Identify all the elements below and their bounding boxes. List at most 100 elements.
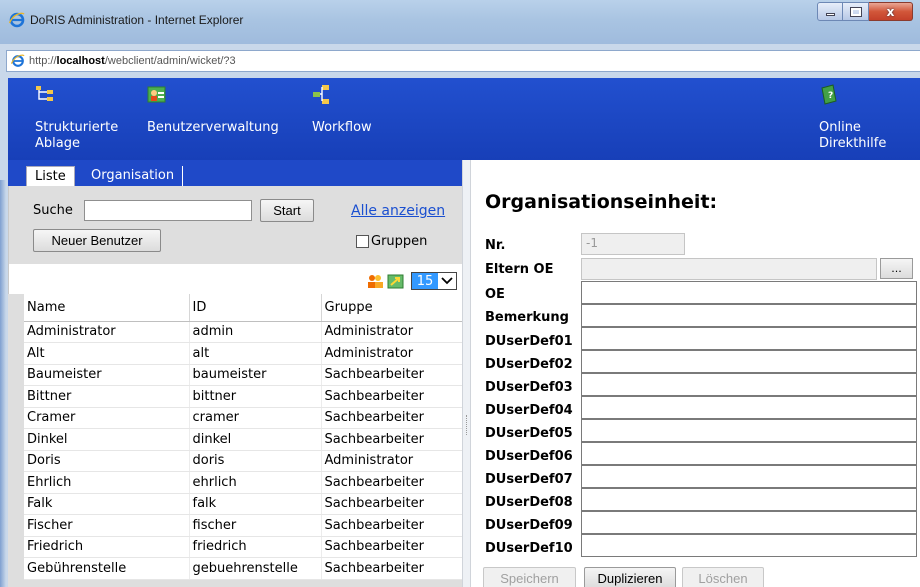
duserdef10-field[interactable] (581, 534, 917, 557)
tab-liste[interactable]: Liste (26, 166, 75, 186)
cell-gruppe: Administrator (321, 450, 463, 472)
app-header: Strukturierte Ablage Benutzerverwaltung … (8, 78, 920, 160)
label-duserdef05: DUserDef05 (485, 426, 573, 441)
table-row[interactable]: Bittner bittner Sachbearbeiter (24, 385, 463, 408)
window-controls: x (817, 2, 913, 22)
cell-gruppe: Administrator (321, 321, 463, 343)
label-duserdef01: DUserDef01 (485, 334, 573, 349)
table-row[interactable]: Administrator admin Administrator (24, 321, 463, 343)
nav-item-benutzerverwaltung[interactable]: Benutzerverwaltung (147, 84, 279, 136)
table-row[interactable]: Doris doris Administrator (24, 450, 463, 472)
table-row[interactable]: Cramer cramer Sachbearbeiter (24, 407, 463, 429)
splitter-grip-icon (466, 415, 468, 435)
page-size-select[interactable]: 15 (411, 272, 457, 290)
label-duserdef06: DUserDef06 (485, 449, 573, 464)
nav-item-workflow[interactable]: Workflow (312, 84, 372, 136)
search-label: Suche (33, 203, 73, 218)
eltern-oe-browse-button[interactable]: ... (880, 258, 913, 279)
nav-label: Strukturierte Ablage (35, 120, 119, 151)
minimize-icon (818, 3, 842, 20)
cell-name: Friedrich (24, 536, 190, 558)
url-host: localhost (56, 55, 105, 67)
label-duserdef10: DUserDef10 (485, 541, 573, 556)
duserdef09-field[interactable] (581, 511, 917, 534)
minimize-button[interactable] (817, 2, 843, 21)
panel-tabs: Liste Organisation (8, 160, 462, 186)
page-icon (11, 54, 25, 67)
table-row[interactable]: Ehrlich ehrlich Sachbearbeiter (24, 471, 463, 494)
table-row[interactable]: Dinkel dinkel Sachbearbeiter (24, 428, 463, 451)
nav-item-online-direkthilfe[interactable]: ? Online Direkthilfe (819, 84, 899, 152)
groups-checkbox[interactable] (356, 235, 369, 248)
duserdef01-field[interactable] (581, 327, 917, 350)
structure-tree-icon (36, 86, 53, 101)
tab-organisation[interactable]: Organisation (83, 166, 184, 186)
duplicate-button[interactable]: Duplizieren (584, 567, 676, 587)
label-nr: Nr. (485, 238, 506, 253)
table-row[interactable]: Fischer fischer Sachbearbeiter (24, 514, 463, 537)
table-row[interactable]: Gebührenstelle gebuehrenstelle Sachbearbei… (24, 557, 463, 580)
cell-name: Falk (24, 493, 190, 515)
cell-id: fischer (189, 514, 322, 537)
nav-label: Benutzerverwaltung (147, 120, 279, 135)
duserdef02-field[interactable] (581, 350, 917, 373)
panel-splitter[interactable] (462, 160, 471, 587)
window-title: DoRIS Administration - Internet Explorer (30, 13, 244, 27)
nav-item-strukturierte-ablage[interactable]: Strukturierte Ablage (35, 84, 135, 152)
url-path: /webclient/admin/wicket/?3 (104, 55, 236, 67)
cell-name: Baumeister (24, 364, 190, 386)
duserdef04-field[interactable] (581, 396, 917, 419)
form-title: Organisationseinheit: (485, 191, 718, 213)
cell-gruppe: Sachbearbeiter (321, 514, 463, 537)
duserdef07-field[interactable] (581, 465, 917, 488)
cell-gruppe: Sachbearbeiter (321, 557, 463, 580)
delete-button[interactable]: Löschen (682, 567, 764, 587)
table-row[interactable]: Falk falk Sachbearbeiter (24, 493, 463, 515)
export-icon[interactable] (387, 273, 405, 289)
duserdef08-field[interactable] (581, 488, 917, 511)
cell-id: doris (189, 450, 322, 472)
cell-name: Fischer (24, 514, 190, 537)
table-row[interactable]: Alt alt Administrator (24, 342, 463, 365)
search-input[interactable] (84, 200, 252, 221)
cell-id: admin (189, 321, 322, 343)
users-group-icon[interactable] (366, 273, 384, 289)
duserdef03-field[interactable] (581, 373, 917, 396)
show-all-link[interactable]: Alle anzeigen (351, 203, 445, 219)
column-header-name[interactable]: Name (24, 294, 190, 322)
workflow-icon (313, 85, 329, 104)
label-duserdef07: DUserDef07 (485, 472, 573, 487)
new-user-button[interactable]: Neuer Benutzer (33, 229, 161, 252)
table-row[interactable]: Friedrich friedrich Sachbearbeiter (24, 536, 463, 558)
label-duserdef04: DUserDef04 (485, 403, 573, 418)
close-button[interactable]: x (869, 2, 913, 21)
cell-name: Doris (24, 450, 190, 472)
maximize-button[interactable] (843, 2, 869, 21)
duserdef06-field[interactable] (581, 442, 917, 465)
cell-gruppe: Sachbearbeiter (321, 536, 463, 558)
cell-id: falk (189, 493, 322, 515)
oe-field[interactable] (581, 281, 917, 304)
start-button[interactable]: Start (260, 199, 314, 222)
cell-gruppe: Sachbearbeiter (321, 428, 463, 451)
column-header-id[interactable]: ID (189, 294, 322, 322)
label-duserdef03: DUserDef03 (485, 380, 573, 395)
window-titlebar: DoRIS Administration - Internet Explorer… (0, 0, 920, 44)
url-prefix: http:// (29, 55, 57, 67)
duserdef05-field[interactable] (581, 419, 917, 442)
label-oe: OE (485, 287, 505, 302)
eltern-oe-field (581, 258, 877, 280)
table-row[interactable]: Baumeister baumeister Sachbearbeiter (24, 364, 463, 386)
label-duserdef09: DUserDef09 (485, 518, 573, 533)
save-button[interactable]: Speichern (483, 567, 576, 587)
cell-id: gebuehrenstelle (189, 557, 322, 580)
bemerkung-field[interactable] (581, 304, 917, 327)
user-management-icon (147, 86, 166, 103)
cell-gruppe: Sachbearbeiter (321, 471, 463, 494)
cell-gruppe: Sachbearbeiter (321, 493, 463, 515)
cell-gruppe: Sachbearbeiter (321, 385, 463, 408)
column-header-gruppe[interactable]: Gruppe (321, 294, 463, 322)
maximize-icon (843, 3, 868, 20)
address-bar[interactable]: http://localhost/webclient/admin/wicket/… (6, 50, 920, 72)
cell-name: Bittner (24, 385, 190, 408)
